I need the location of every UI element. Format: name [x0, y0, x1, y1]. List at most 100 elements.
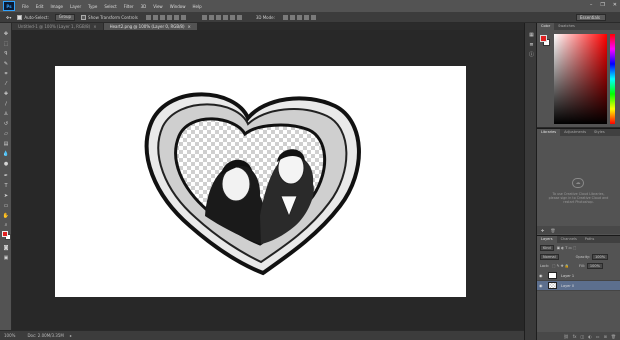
tab-color[interactable]: Color — [537, 23, 555, 30]
distribute-6-icon[interactable] — [236, 14, 242, 20]
rotate-3d-icon[interactable] — [282, 14, 288, 20]
close-button[interactable]: ✕ — [613, 2, 617, 8]
auto-select-dropdown[interactable]: Group — [54, 13, 76, 21]
distribute-5-icon[interactable] — [229, 14, 235, 20]
gradient-tool-icon[interactable]: ▤ — [2, 141, 10, 147]
filter-row: Kind ▣ ◐ T ▭ ⬚ — [537, 244, 620, 252]
menu-select[interactable]: Select — [104, 4, 116, 9]
color-field[interactable] — [554, 34, 607, 124]
kind-filter-dropdown[interactable]: Kind — [540, 245, 554, 251]
tab-adjustments[interactable]: Adjustments — [560, 129, 590, 136]
brush-tool-icon[interactable]: ∕ — [2, 101, 10, 107]
menu-layer[interactable]: Layer — [70, 4, 81, 9]
workspace-dropdown[interactable]: Essentials — [576, 14, 606, 21]
distribute-4-icon[interactable] — [222, 14, 228, 20]
visibility-eye-icon[interactable]: ◉ — [539, 283, 545, 288]
zoom-tool-icon[interactable]: ⌕ — [2, 222, 10, 228]
slide-3d-icon[interactable] — [303, 14, 309, 20]
properties-icon[interactable]: ≣ — [528, 41, 535, 48]
quick-select-tool-icon[interactable]: ✎ — [2, 61, 10, 67]
align-bottom-icon[interactable] — [159, 14, 165, 20]
menu-view[interactable]: View — [153, 4, 163, 9]
lasso-tool-icon[interactable]: ᑫ — [2, 51, 10, 57]
layer-row-layer-0[interactable]: ◉ Layer 0 — [537, 281, 620, 291]
hand-tool-icon[interactable]: ✋ — [2, 213, 10, 219]
close-icon[interactable]: × — [93, 24, 96, 29]
layer-row-layer-1[interactable]: ◉ Layer 1 — [537, 271, 620, 281]
filter-pixel-icon[interactable]: ▣ ◐ T ▭ ⬚ — [557, 246, 577, 250]
add-content-icon[interactable]: ✚ — [541, 228, 544, 233]
status-menu-arrow[interactable]: ▸ — [70, 333, 72, 338]
align-top-icon[interactable] — [145, 14, 151, 20]
menu-window[interactable]: Window — [170, 4, 186, 9]
distribute-2-icon[interactable] — [208, 14, 214, 20]
clone-stamp-tool-icon[interactable]: ♙ — [2, 111, 10, 117]
delete-layer-icon[interactable]: 🗑 — [611, 334, 616, 339]
tab-layers[interactable]: Layers — [537, 236, 557, 243]
close-icon[interactable]: × — [188, 24, 191, 29]
info-icon[interactable]: ⓘ — [528, 51, 535, 58]
menu-type[interactable]: Type — [88, 4, 97, 9]
history-brush-tool-icon[interactable]: ↺ — [2, 121, 10, 127]
layer-style-icon[interactable]: fx — [573, 334, 577, 339]
shape-tool-icon[interactable]: ▭ — [2, 203, 10, 209]
screen-mode-icon[interactable]: ▣ — [2, 255, 10, 261]
menu-3d[interactable]: 3D — [141, 4, 147, 9]
lock-icons[interactable]: ⬚ ✎ ✥ 🔒 — [552, 264, 569, 268]
tab-libraries[interactable]: Libraries — [537, 129, 561, 136]
roll-3d-icon[interactable] — [289, 14, 295, 20]
align-left-icon[interactable] — [166, 14, 172, 20]
panel-foreground-swatch[interactable] — [540, 35, 547, 42]
history-icon[interactable]: ▦ — [528, 31, 535, 38]
distribute-1-icon[interactable] — [201, 14, 207, 20]
menu-filter[interactable]: Filter — [124, 4, 134, 9]
new-group-icon[interactable]: ▭ — [596, 334, 600, 339]
pen-tool-icon[interactable]: ✒ — [2, 173, 10, 179]
blend-mode-dropdown[interactable]: Normal — [540, 254, 559, 260]
align-middle-icon[interactable] — [152, 14, 158, 20]
menu-image[interactable]: Image — [50, 4, 63, 9]
move-tool-icon[interactable]: ✥▾ — [6, 15, 11, 20]
visibility-eye-icon[interactable]: ◉ — [539, 273, 545, 278]
eyedropper-tool-icon[interactable]: ⁄ — [2, 81, 10, 87]
distribute-3-icon[interactable] — [215, 14, 221, 20]
add-mask-icon[interactable]: ◫ — [581, 334, 585, 339]
zoom-level[interactable]: 100% — [4, 333, 15, 338]
tab-heart2[interactable]: Heart2.png @ 100% (Layer 0, RGB/8) × — [103, 23, 197, 30]
blur-tool-icon[interactable]: 💧 — [2, 151, 10, 157]
opacity-input[interactable]: 100% — [592, 254, 609, 260]
menu-help[interactable]: Help — [192, 4, 201, 9]
move-tool-icon[interactable]: ✥ — [2, 31, 10, 37]
adjustment-layer-icon[interactable]: ◐ — [588, 334, 592, 339]
path-select-tool-icon[interactable]: ➤ — [2, 193, 10, 199]
align-center-icon[interactable] — [173, 14, 179, 20]
hue-slider[interactable] — [610, 34, 615, 124]
type-tool-icon[interactable]: T — [2, 183, 10, 189]
marquee-tool-icon[interactable]: ⬚ — [2, 41, 10, 47]
quick-mask-icon[interactable]: ◙ — [2, 245, 10, 251]
show-transform-checkbox[interactable] — [81, 14, 87, 20]
tab-swatches[interactable]: Swatches — [554, 23, 579, 30]
fill-input[interactable]: 100% — [586, 263, 603, 269]
document-canvas[interactable] — [55, 66, 466, 297]
new-layer-icon[interactable]: ⊞ — [604, 334, 607, 339]
scale-3d-icon[interactable] — [310, 14, 316, 20]
healing-brush-tool-icon[interactable]: ✚ — [2, 91, 10, 97]
menu-edit[interactable]: Edit — [36, 4, 44, 9]
tab-styles[interactable]: Styles — [590, 129, 609, 136]
eraser-tool-icon[interactable]: ▱ — [2, 131, 10, 137]
library-delete-icon[interactable]: 🗑 — [550, 228, 555, 233]
auto-select-checkbox[interactable] — [17, 14, 23, 20]
drag-3d-icon[interactable] — [296, 14, 302, 20]
minimize-button[interactable]: – — [590, 2, 593, 8]
align-right-icon[interactable] — [180, 14, 186, 20]
link-layers-icon[interactable]: ⛓ — [564, 334, 569, 339]
tab-untitled-1[interactable]: Untitled-1 @ 100% (Layer 1, RGB/8) × — [12, 23, 103, 30]
foreground-color-swatch[interactable] — [2, 231, 8, 237]
tab-paths[interactable]: Paths — [581, 236, 599, 243]
crop-tool-icon[interactable]: ⌗ — [2, 71, 10, 77]
menu-file[interactable]: File — [22, 4, 29, 9]
tab-channels[interactable]: Channels — [557, 236, 581, 243]
maximize-button[interactable]: ❐ — [600, 2, 604, 8]
dodge-tool-icon[interactable]: ● — [2, 161, 10, 167]
